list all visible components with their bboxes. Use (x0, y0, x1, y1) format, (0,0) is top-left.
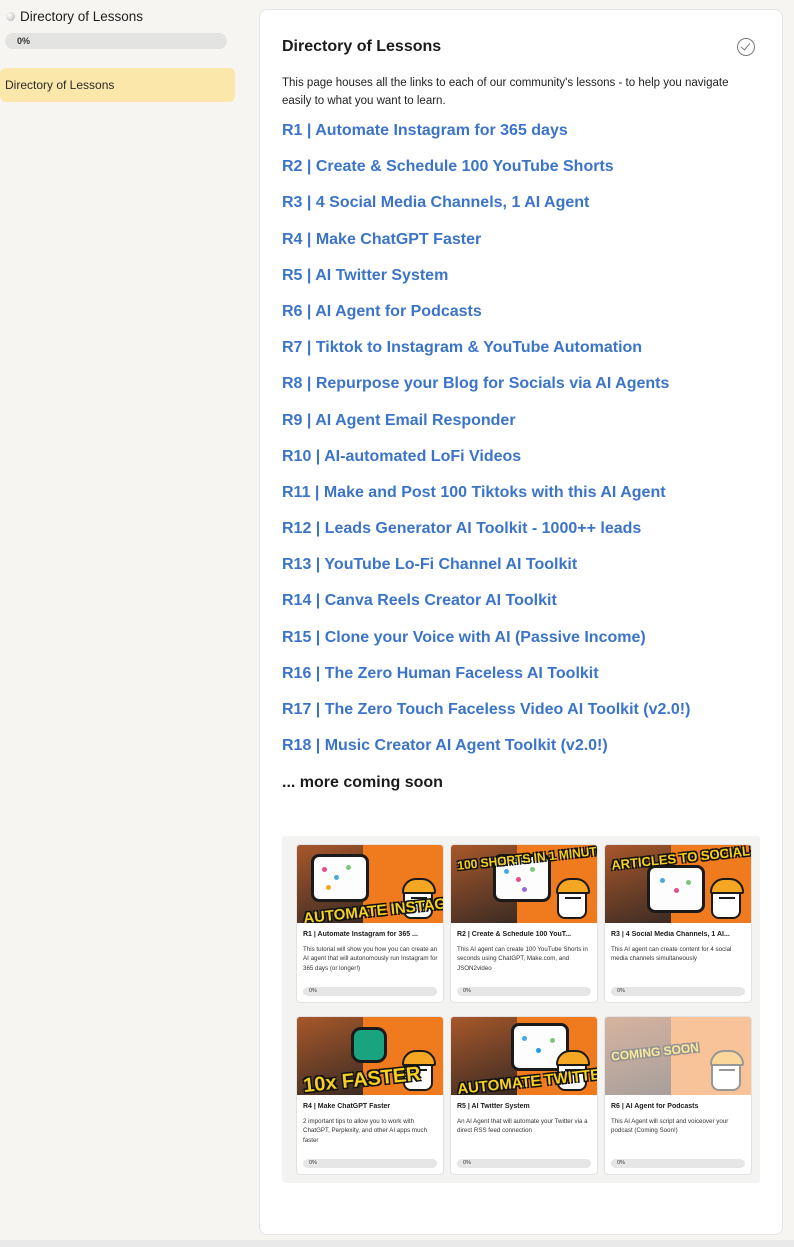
course-card-description: An AI Agent that will automate your Twit… (457, 1118, 588, 1135)
course-card-r1[interactable]: AUTOMATE INSTAGRAM R1 | Automate Instagr… (296, 844, 444, 1003)
course-card-progress: 0% (457, 1159, 591, 1168)
page-title: Directory of Lessons (282, 38, 442, 55)
lesson-link-r8[interactable]: R8 | Repurpose your Blog for Socials via… (282, 375, 669, 392)
course-card-progress: 0% (611, 987, 745, 996)
course-card-title: R1 | Automate Instagram for 365 ... (303, 931, 418, 938)
course-card-description: This AI agent can create 100 YouTube Sho… (457, 946, 588, 972)
lesson-link-r16[interactable]: R16 | The Zero Human Faceless AI Toolkit (282, 665, 599, 682)
course-card-description: This AI Agent will script and voiceover … (611, 1118, 729, 1135)
course-card-description: 2 important tips to allow you to work wi… (303, 1118, 428, 1144)
lesson-link-r5[interactable]: R5 | AI Twitter System (282, 267, 448, 284)
course-card-title: R3 | 4 Social Media Channels, 1 AI... (611, 931, 730, 938)
course-card-title: R6 | AI Agent for Podcasts (611, 1103, 699, 1110)
course-card-progress-text: 0% (463, 1160, 471, 1166)
course-thumbnail: AUTOMATE INSTAGRAM (297, 845, 443, 923)
course-card-progress-text: 0% (309, 1160, 317, 1166)
window-bottom-edge (0, 1240, 794, 1247)
course-card-r3[interactable]: ARTICLES TO SOCIALS R3 | 4 Social Media … (604, 844, 752, 1003)
lesson-link-r2[interactable]: R2 | Create & Schedule 100 YouTube Short… (282, 158, 614, 175)
course-card-progress-text: 0% (617, 1160, 625, 1166)
course-card-progress: 0% (457, 987, 591, 996)
course-card-description: This tutorial will show you how you can … (303, 946, 438, 972)
course-progress-bar: 0% (5, 33, 227, 49)
course-gallery-image: AUTOMATE INSTAGRAM R1 | Automate Instagr… (282, 836, 760, 1183)
lesson-link-r4[interactable]: R4 | Make ChatGPT Faster (282, 231, 481, 248)
chatgpt-logo-icon (351, 1027, 387, 1063)
course-thumbnail: 10x FASTER (297, 1017, 443, 1095)
mark-complete-check-icon[interactable] (737, 38, 755, 56)
course-card-progress-text: 0% (617, 988, 625, 994)
course-thumbnail: ARTICLES TO SOCIALS (605, 845, 751, 923)
lesson-link-r9[interactable]: R9 | AI Agent Email Responder (282, 412, 516, 429)
course-card-progress-text: 0% (309, 988, 317, 994)
mascot-icon (556, 878, 590, 919)
lesson-link-r14[interactable]: R14 | Canva Reels Creator AI Toolkit (282, 592, 557, 609)
phone-screen-icon (311, 854, 369, 902)
course-card-r4[interactable]: 10x FASTER R4 | Make ChatGPT Faster 2 im… (296, 1016, 444, 1175)
sidebar-item-directory-of-lessons[interactable]: Directory of Lessons (0, 68, 235, 102)
lesson-link-r7[interactable]: R7 | Tiktok to Instagram & YouTube Autom… (282, 339, 642, 356)
lesson-link-r6[interactable]: R6 | AI Agent for Podcasts (282, 303, 482, 320)
course-card-title: R2 | Create & Schedule 100 YouT... (457, 931, 572, 938)
lesson-link-r11[interactable]: R11 | Make and Post 100 Tiktoks with thi… (282, 484, 666, 501)
lesson-link-r17[interactable]: R17 | The Zero Touch Faceless Video AI T… (282, 701, 690, 718)
course-card-r6[interactable]: COMING SOON R6 | AI Agent for Podcasts T… (604, 1016, 752, 1175)
lesson-link-r12[interactable]: R12 | Leads Generator AI Toolkit - 1000+… (282, 520, 641, 537)
mascot-icon (710, 878, 744, 919)
lesson-link-r18[interactable]: R18 | Music Creator AI Agent Toolkit (v2… (282, 737, 608, 754)
lesson-link-r15[interactable]: R15 | Clone your Voice with AI (Passive … (282, 629, 646, 646)
intro-text: This page houses all the links to each o… (282, 77, 729, 107)
course-progress-icon (6, 12, 15, 21)
course-card-description: This AI agent can create content for 4 s… (611, 946, 732, 963)
course-card-title: R4 | Make ChatGPT Faster (303, 1103, 391, 1110)
lesson-link-r10[interactable]: R10 | AI-automated LoFi Videos (282, 448, 521, 465)
course-card-progress-text: 0% (463, 988, 471, 994)
course-card-progress: 0% (611, 1159, 745, 1168)
lesson-content-card: Directory of Lessons This page houses al… (259, 9, 783, 1235)
course-thumbnail: 100 SHORTS IN 1 MINUTE (451, 845, 597, 923)
sidebar: Directory of Lessons 0% Directory of Les… (0, 0, 240, 1247)
course-thumbnail: AUTOMATE TWITTER (451, 1017, 597, 1095)
mascot-icon (710, 1050, 744, 1091)
tablet-screen-icon (647, 865, 705, 913)
lesson-link-r1[interactable]: R1 | Automate Instagram for 365 days (282, 122, 568, 139)
lesson-link-list: R1 | Automate Instagram for 365 days R2 … (282, 122, 690, 773)
more-coming-soon-text: ... more coming soon (282, 774, 443, 791)
sidebar-header: Directory of Lessons (6, 9, 143, 24)
course-progress-text: 0% (17, 36, 31, 46)
lesson-link-r3[interactable]: R3 | 4 Social Media Channels, 1 AI Agent (282, 194, 589, 211)
sidebar-title: Directory of Lessons (20, 9, 144, 24)
course-card-progress: 0% (303, 1159, 437, 1168)
course-card-r2[interactable]: 100 SHORTS IN 1 MINUTE R2 | Create & Sch… (450, 844, 598, 1003)
lesson-link-r13[interactable]: R13 | YouTube Lo-Fi Channel AI Toolkit (282, 556, 577, 573)
course-card-r5[interactable]: AUTOMATE TWITTER R5 | AI Twitter System … (450, 1016, 598, 1175)
course-card-title: R5 | AI Twitter System (457, 1103, 530, 1110)
course-card-progress: 0% (303, 987, 437, 996)
course-thumbnail: COMING SOON (605, 1017, 751, 1095)
